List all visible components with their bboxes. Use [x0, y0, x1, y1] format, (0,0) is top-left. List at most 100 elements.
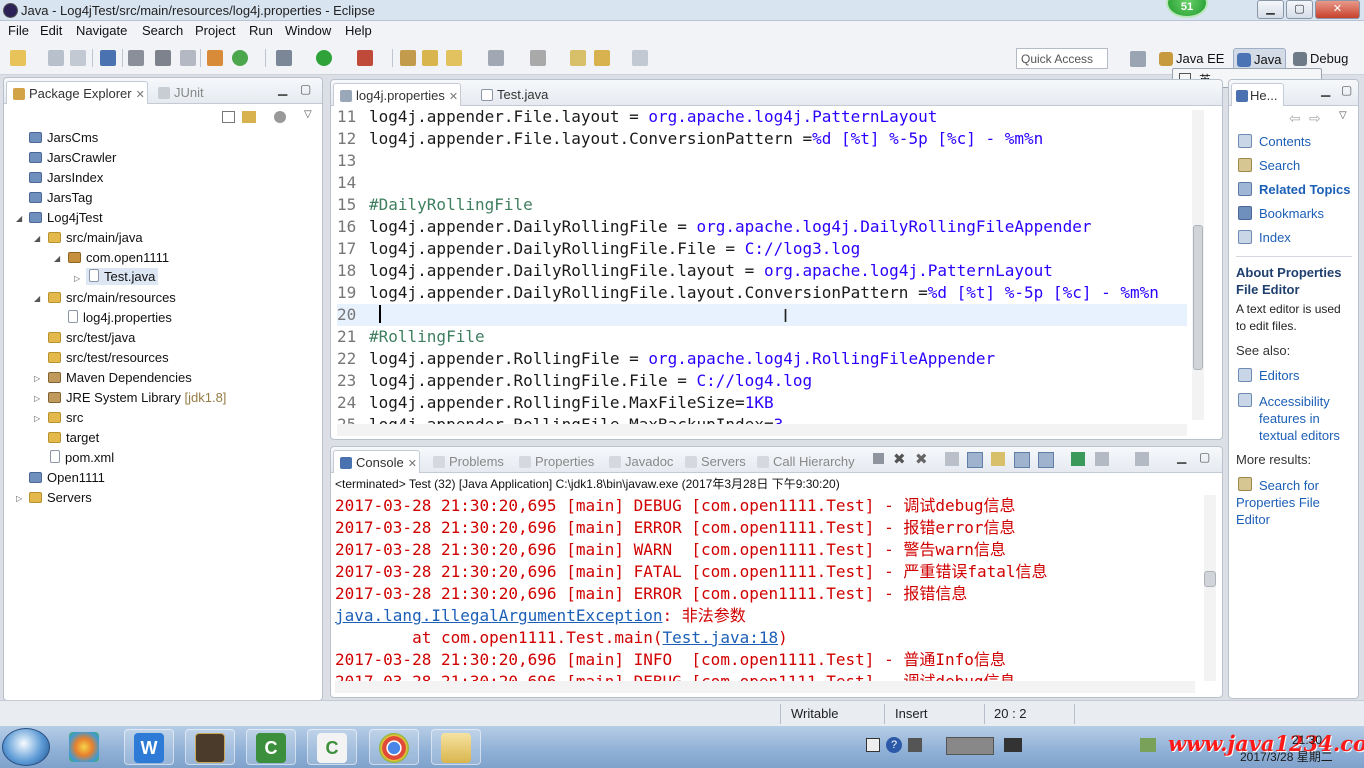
collapsed-chevron-icon[interactable]: ▷ — [34, 394, 40, 403]
tree-item-com-open1111[interactable]: com.open1111 — [68, 250, 169, 265]
tray-network-icon[interactable] — [1140, 738, 1156, 752]
tree-item-pom-xml[interactable]: pom.xml — [50, 450, 114, 465]
code-line[interactable]: 11 log4j.appender.File.layout = org.apach… — [337, 106, 937, 128]
scroll-thumb[interactable] — [1204, 571, 1216, 587]
tree-item-maven-dependencies[interactable]: Maven Dependencies — [48, 370, 192, 385]
word-wrap-icon[interactable] — [991, 452, 1005, 466]
close-icon[interactable]: ✕ — [449, 91, 458, 103]
menu-project[interactable]: Project — [195, 23, 235, 38]
forward-arrow-icon[interactable]: ⇨ — [1309, 110, 1321, 127]
help-link-contents[interactable]: Contents — [1259, 134, 1311, 149]
exception-link[interactable]: java.lang.IllegalArgumentException — [335, 606, 663, 625]
menu-navigate[interactable]: Navigate — [76, 23, 127, 38]
expanded-chevron-icon[interactable]: ◢ — [16, 214, 22, 223]
code-line[interactable]: 20 — [337, 304, 1187, 326]
save-icon[interactable] — [48, 50, 64, 66]
collapsed-chevron-icon[interactable]: ▷ — [34, 414, 40, 423]
save-all-icon[interactable] — [70, 50, 86, 66]
code-line[interactable]: 22 log4j.appender.RollingFile = org.apach… — [337, 348, 995, 370]
taskbar-wps[interactable]: W — [124, 729, 174, 765]
run-icon[interactable] — [316, 50, 332, 66]
editor-vertical-scrollbar[interactable] — [1192, 110, 1204, 420]
code-line[interactable]: 19 log4j.appender.DailyRollingFile.layout… — [337, 282, 1159, 304]
tree-item-src-test-resources[interactable]: src/test/resources — [48, 350, 169, 365]
back-icon[interactable] — [594, 50, 610, 66]
collapsed-chevron-icon[interactable]: ▷ — [16, 494, 22, 503]
code-line[interactable]: 21 #RollingFile — [337, 326, 485, 348]
pin-console-icon[interactable] — [1071, 452, 1085, 466]
scroll-thumb[interactable] — [1193, 225, 1203, 370]
minimize-view-icon[interactable]: ▁ — [1321, 83, 1330, 97]
expanded-chevron-icon[interactable]: ◢ — [54, 254, 60, 263]
menu-help[interactable]: Help — [345, 23, 372, 38]
tab-log4j-properties[interactable]: log4j.properties ✕ — [333, 83, 462, 106]
tree-item-src-main-java[interactable]: src/main/java — [48, 230, 143, 245]
code-line[interactable]: 15 #DailyRollingFile — [337, 194, 533, 216]
remove-all-icon[interactable]: ✖ — [915, 450, 928, 468]
taskbar-photos[interactable] — [60, 729, 110, 765]
code-line[interactable]: 23 log4j.appender.RollingFile.File = C://… — [337, 370, 812, 392]
tree-item-src-main-resources[interactable]: src/main/resources — [48, 290, 176, 305]
console-horizontal-scrollbar[interactable] — [335, 681, 1195, 693]
focus-icon[interactable] — [274, 111, 286, 123]
tray-power-icon[interactable] — [1004, 738, 1022, 752]
help-link-index[interactable]: Index — [1259, 230, 1291, 245]
tray-battery-icon[interactable] — [946, 737, 994, 755]
tree-item-test-java[interactable]: Test.java — [86, 268, 159, 285]
quick-access-input[interactable]: Quick Access — [1016, 48, 1108, 69]
help-link-search[interactable]: Search — [1259, 158, 1300, 173]
tree-item-jarscms[interactable]: JarsCms — [29, 130, 98, 145]
close-icon[interactable]: ✕ — [408, 458, 417, 470]
display-console-icon[interactable] — [1095, 452, 1109, 466]
tree-item-log4j-properties[interactable]: log4j.properties — [68, 310, 172, 325]
minimize-view-icon[interactable]: ▁ — [278, 82, 287, 96]
collapsed-chevron-icon[interactable]: ▷ — [74, 274, 80, 283]
code-line[interactable]: 16 log4j.appender.DailyRollingFile = org.… — [337, 216, 1091, 238]
annotation-icon[interactable] — [530, 50, 546, 66]
toggle-mark-icon[interactable] — [155, 50, 171, 66]
console-icon[interactable] — [100, 50, 116, 66]
help-link-bookmarks[interactable]: Bookmarks — [1259, 206, 1324, 221]
tree-item-target[interactable]: target — [48, 430, 99, 445]
editor-horizontal-scrollbar[interactable] — [337, 424, 1187, 436]
show-on-output-icon[interactable] — [1014, 452, 1030, 468]
perspective-javaee[interactable]: Java EE — [1156, 48, 1228, 70]
tab-test-java[interactable]: Test.java — [475, 83, 554, 106]
taskbar-explorer[interactable] — [431, 729, 481, 765]
view-menu-icon[interactable]: ▽ — [304, 109, 312, 120]
tree-item-src-test-java[interactable]: src/test/java — [48, 330, 135, 345]
skip-breakpoints-icon[interactable] — [128, 50, 144, 66]
open-type-icon[interactable] — [446, 50, 462, 66]
maximize-view-icon[interactable]: ▢ — [1341, 83, 1352, 97]
taskbar-eclipse[interactable] — [185, 729, 235, 765]
code-line[interactable]: 18 log4j.appender.DailyRollingFile.layout… — [337, 260, 1053, 282]
tab-javadoc[interactable]: Javadoc — [603, 450, 679, 473]
tree-item-jre-system-library[interactable]: JRE System Library [jdk1.8] — [48, 390, 226, 405]
help-link-related-topics[interactable]: Related Topics — [1259, 182, 1351, 197]
collapse-all-icon[interactable] — [222, 111, 235, 123]
tab-properties[interactable]: Properties — [513, 450, 600, 473]
debug-icon[interactable] — [276, 50, 292, 66]
console-output[interactable]: 2017-03-28 21:30:20,695 [main] DEBUG [co… — [335, 495, 1195, 681]
expanded-chevron-icon[interactable]: ◢ — [34, 294, 40, 303]
open-perspective-icon[interactable] — [1130, 51, 1146, 67]
tab-problems[interactable]: Problems — [427, 450, 510, 473]
tray-icon[interactable] — [908, 738, 922, 752]
taskbar-chrome[interactable] — [369, 729, 419, 765]
menu-window[interactable]: Window — [285, 23, 331, 38]
new-package-icon[interactable] — [400, 50, 416, 66]
code-line[interactable]: 12 log4j.appender.File.layout.ConversionP… — [337, 128, 1043, 150]
tab-call-hierarchy[interactable]: Call Hierarchy — [751, 450, 861, 473]
tree-item-jarscrawler[interactable]: JarsCrawler — [29, 150, 116, 165]
minimize-button[interactable]: ▁ — [1257, 0, 1284, 19]
collapsed-chevron-icon[interactable]: ▷ — [34, 374, 40, 383]
perspective-debug[interactable]: Debug — [1290, 48, 1352, 70]
maximize-view-icon[interactable]: ▢ — [1199, 450, 1210, 464]
code-line[interactable]: 17 log4j.appender.DailyRollingFile.File =… — [337, 238, 860, 260]
last-edit-icon[interactable] — [570, 50, 586, 66]
new-icon[interactable] — [10, 50, 26, 66]
tree-item-jarsindex[interactable]: JarsIndex — [29, 170, 103, 185]
help-link-accessibility[interactable]: Accessibility features in textual editor… — [1259, 393, 1349, 444]
remove-launch-icon[interactable]: ✖ — [893, 450, 906, 468]
code-line[interactable]: 13 — [337, 150, 369, 172]
